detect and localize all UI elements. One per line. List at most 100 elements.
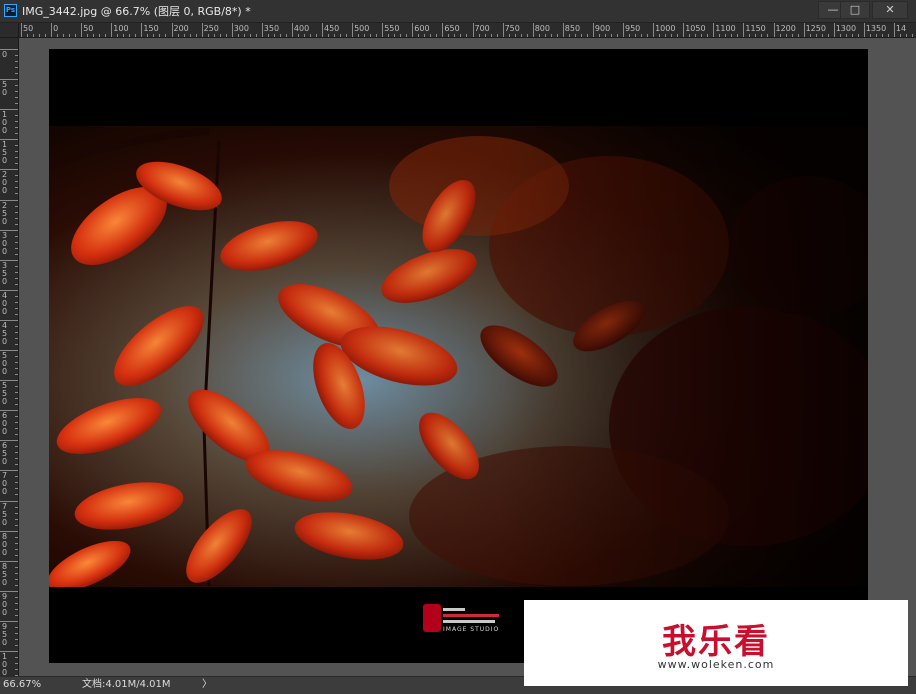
ruler-minor-tick [15, 325, 18, 327]
ruler-minor-tick [15, 374, 18, 376]
close-button[interactable]: ✕ [872, 1, 908, 19]
ruler-tick-label: 400 [2, 290, 8, 316]
ruler-tick-label: 200 [173, 24, 189, 33]
ruler-minor-tick [15, 566, 18, 568]
ruler-minor-tick [15, 163, 18, 165]
ruler-minor-tick [857, 34, 859, 37]
ruler-origin[interactable] [0, 23, 19, 38]
ruler-major-tick [412, 23, 414, 37]
ruler-tick-label: 150 [143, 24, 159, 33]
document-size-info[interactable]: 文档:4.01M/4.01M [82, 678, 171, 692]
ruler-minor-tick [839, 34, 841, 37]
watermark-line [443, 614, 499, 617]
ruler-minor-tick [15, 542, 18, 544]
ruler-major-tick [81, 23, 83, 37]
ruler-minor-tick [75, 34, 77, 37]
ruler-minor-tick [15, 452, 18, 454]
ruler-minor-tick [297, 34, 299, 37]
ruler-minor-tick [15, 235, 18, 237]
ruler-minor-tick [303, 34, 305, 37]
ruler-minor-tick [207, 34, 209, 37]
ruler-minor-tick [255, 34, 257, 37]
ruler-minor-tick [887, 34, 889, 37]
ruler-minor-tick [394, 34, 396, 37]
ruler-minor-tick [550, 34, 552, 37]
ruler-minor-tick [15, 295, 18, 297]
ruler-tick-label: 200 [2, 170, 8, 196]
ruler-minor-tick [15, 476, 18, 478]
ruler-tick-label: 550 [384, 24, 400, 33]
ruler-minor-tick [15, 277, 18, 279]
ruler-minor-tick [93, 34, 95, 37]
ruler-minor-tick [514, 34, 516, 37]
ruler-minor-tick [731, 34, 733, 37]
document-title[interactable]: IMG_3442.jpg @ 66.7% (图层 0, RGB/8*) * [22, 3, 251, 19]
ruler-minor-tick [767, 34, 769, 37]
ruler-minor-tick [538, 34, 540, 37]
horizontal-ruler[interactable]: 50 0 50 100 150 200 250 300 350 400 450 500 550 600 65… [19, 23, 916, 38]
ruler-major-tick [442, 23, 444, 37]
ruler-minor-tick [249, 34, 251, 37]
ruler-major-tick [623, 23, 624, 37]
ruler-tick-label: 350 [2, 260, 8, 286]
ruler-minor-tick [15, 157, 18, 159]
ruler-tick-label: 950 [2, 621, 8, 647]
ruler-tick-label: 0 [53, 24, 59, 33]
ruler-minor-tick [15, 578, 18, 580]
ruler-minor-tick [117, 34, 119, 37]
ruler-major-tick [773, 23, 775, 37]
zoom-level-field[interactable]: 66.67% [3, 678, 49, 692]
status-menu-arrow-icon[interactable]: 〉 [202, 678, 212, 692]
ruler-minor-tick [911, 34, 913, 37]
ruler-major-tick [261, 23, 263, 37]
canvas-workspace[interactable]: IMAGE STUDIO [19, 38, 916, 676]
ruler-major-tick [502, 23, 504, 37]
ruler-minor-tick [15, 217, 18, 219]
ruler-minor-tick [448, 34, 450, 37]
ruler-minor-tick [15, 307, 18, 309]
ruler-minor-tick [15, 115, 18, 117]
ruler-tick-label: 700 [474, 24, 490, 33]
ruler-minor-tick [15, 554, 18, 556]
ruler-minor-tick [15, 398, 18, 400]
ruler-minor-tick [15, 271, 18, 273]
ruler-minor-tick [701, 34, 703, 37]
ruler-minor-tick [544, 34, 546, 37]
ruler-major-tick [683, 23, 685, 37]
ruler-minor-tick [15, 596, 18, 598]
ruler-minor-tick [436, 34, 438, 37]
ruler-minor-tick [15, 536, 18, 538]
ruler-minor-tick [177, 34, 179, 37]
ruler-minor-tick [15, 488, 18, 490]
vertical-ruler[interactable]: 0 50 100 150 200 250 300 350 400 450 500 550 600 650 7… [0, 38, 19, 676]
ruler-minor-tick [15, 73, 18, 75]
ruler-minor-tick [358, 34, 360, 37]
ruler-minor-tick [279, 34, 281, 37]
ruler-minor-tick [15, 356, 18, 358]
ruler-minor-tick [15, 61, 18, 63]
ruler-minor-tick [520, 34, 522, 37]
ruler-minor-tick [15, 518, 18, 520]
ruler-minor-tick [15, 386, 18, 388]
ruler-minor-tick [213, 34, 215, 37]
ruler-minor-tick [15, 97, 18, 99]
ruler-tick-label: 900 [2, 591, 8, 617]
ruler-minor-tick [827, 34, 829, 37]
ruler-major-tick [141, 23, 143, 37]
ruler-minor-tick [899, 34, 901, 37]
ruler-minor-tick [15, 602, 18, 604]
ruler-minor-tick [15, 614, 18, 616]
ruler-minor-tick [189, 34, 191, 37]
ruler-minor-tick [15, 181, 18, 183]
ruler-minor-tick [15, 626, 18, 628]
ruler-minor-tick [496, 34, 498, 37]
photoshop-icon: Ps [4, 4, 17, 17]
ruler-minor-tick [695, 34, 697, 37]
ruler-minor-tick [105, 34, 107, 37]
ruler-major-tick [231, 23, 233, 37]
ruler-minor-tick [785, 34, 787, 37]
maximize-button[interactable]: □ [840, 1, 870, 19]
ruler-minor-tick [15, 193, 18, 195]
document-canvas[interactable]: IMAGE STUDIO [49, 49, 868, 663]
ruler-minor-tick [15, 422, 18, 424]
